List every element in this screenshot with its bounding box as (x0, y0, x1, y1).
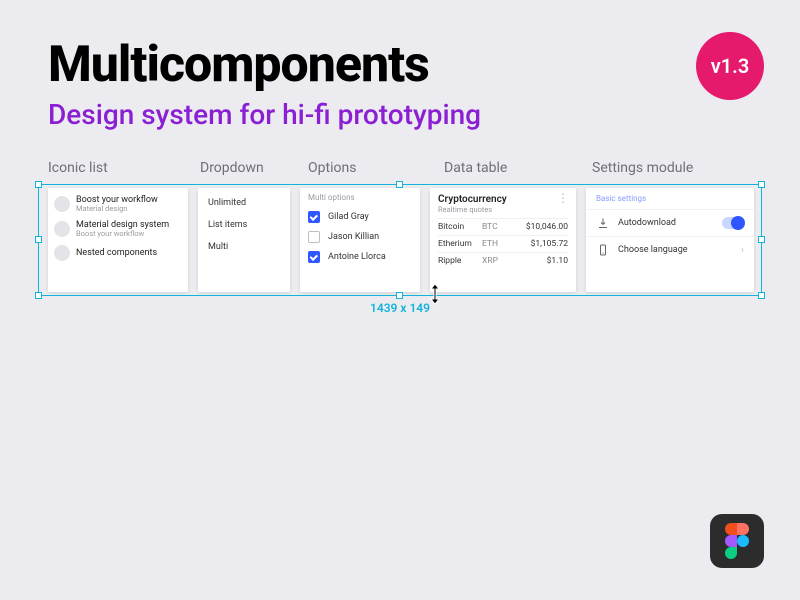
page-title: Multicomponents (48, 36, 429, 94)
selection-frame[interactable]: 1439 x 149 (38, 184, 762, 296)
selection-dimensions: 1439 x 149 (370, 301, 430, 315)
resize-handle-top-right[interactable] (758, 181, 765, 188)
section-label-options: Options (308, 160, 444, 176)
version-badge: v1.3 (696, 32, 764, 100)
section-label-settings-module: Settings module (592, 160, 760, 176)
section-label-iconic-list: Iconic list (48, 160, 200, 176)
section-label-dropdown: Dropdown (200, 160, 308, 176)
page-subtitle: Design system for hi-fi prototyping (48, 98, 481, 131)
resize-cursor-icon (428, 283, 442, 305)
resize-handle-middle-top[interactable] (396, 181, 403, 188)
resize-handle-middle-bottom[interactable] (396, 292, 403, 299)
resize-handle-middle-right[interactable] (758, 236, 765, 243)
section-label-data-table: Data table (444, 160, 592, 176)
figma-logo-icon (710, 514, 764, 568)
resize-handle-bottom-left[interactable] (35, 292, 42, 299)
section-labels: Iconic list Dropdown Options Data table … (48, 160, 760, 176)
resize-handle-top-left[interactable] (35, 181, 42, 188)
resize-handle-bottom-right[interactable] (758, 292, 765, 299)
resize-handle-middle-left[interactable] (35, 236, 42, 243)
